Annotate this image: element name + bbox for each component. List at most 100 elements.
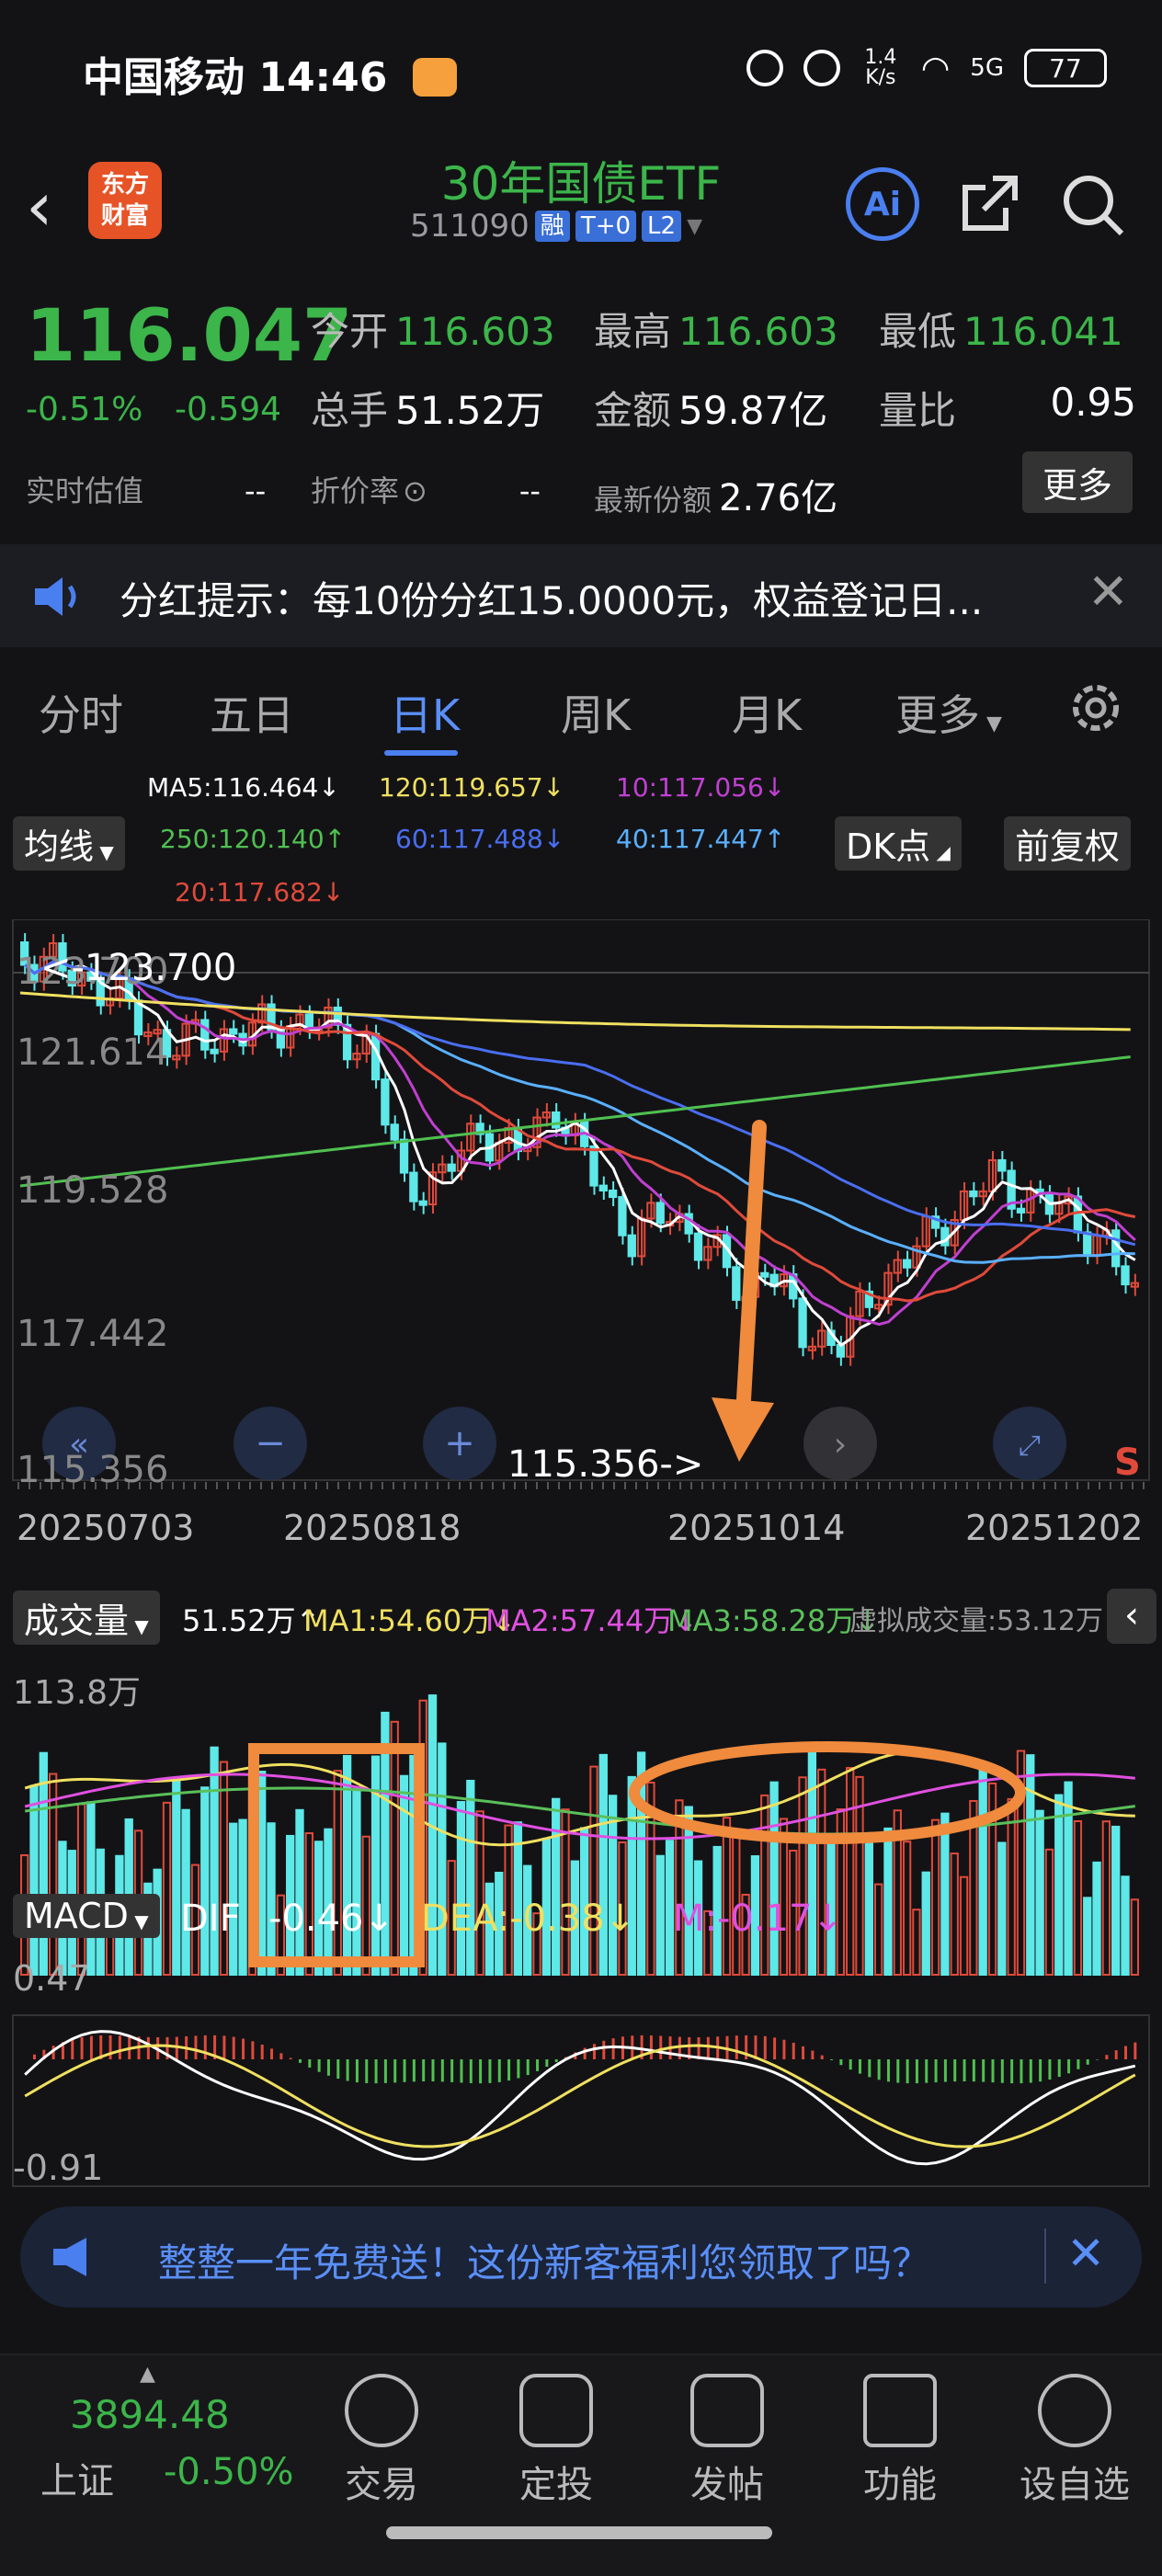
trade-icon [345, 2374, 418, 2447]
promo-banner[interactable]: 整整一年免费送！这份新客福利您领取了吗？ ✕ [20, 2206, 1142, 2308]
virtual-volume: 虚拟成交量:53.12万 [849, 1605, 1103, 1637]
edit-icon [690, 2374, 764, 2447]
candle [693, 1232, 703, 1261]
min-price-label: 115.356-> [507, 1443, 704, 1486]
clock: 14:46 [258, 54, 388, 101]
low-cell: 最低 116.041 [879, 309, 1123, 354]
index-value[interactable]: 3894.48 [70, 2392, 230, 2437]
volume-current: 51.52万↑ [182, 1603, 321, 1638]
kline-chart[interactable]: « − + › ⤢ [0, 919, 1162, 2188]
ma-selector[interactable]: 均线 ▼ [13, 816, 125, 871]
candle [418, 1200, 427, 1206]
tab-monthly-k[interactable]: 月K [732, 682, 802, 743]
plus-icon: + [444, 1422, 475, 1465]
volume-ma3: MA3:58.28万↓ [667, 1603, 881, 1638]
tab-intraday[interactable]: 分时 [39, 682, 123, 743]
carrier-time: 中国移动 14:46 [83, 44, 457, 103]
ma-legend: MA5:116.464↓ 120:119.657↓ 10:117.056↓ 均线… [0, 763, 1162, 929]
volume-selector[interactable]: 成交量 ▼ [13, 1590, 160, 1645]
close-icon[interactable]: ✕ [1088, 563, 1129, 621]
promo-text: 整整一年免费送！这份新客福利您领取了吗？ [158, 2240, 931, 2285]
search-icon[interactable] [1059, 171, 1125, 237]
more-dots-icon [1038, 2374, 1111, 2447]
date-label-4: 20251202 [965, 1508, 1144, 1548]
tag-l2: L2 [642, 211, 682, 242]
sell-mark: S [1114, 1442, 1141, 1484]
tab-daily-k[interactable]: 日K [390, 682, 460, 743]
minus-icon: − [255, 1422, 286, 1465]
dividend-notice[interactable]: 分红提示：每10份分红15.0000元，权益登记日... ✕ [0, 544, 1162, 647]
estimate-cell: 实时估值 -- [26, 473, 267, 508]
tab-weekly-k[interactable]: 周K [561, 682, 631, 743]
active-tab-indicator [384, 750, 458, 756]
ma5-value: MA5:116.464↓ [147, 772, 340, 803]
ma120-value: 120:119.657↓ [379, 772, 565, 803]
expand-icon: ⤢ [1019, 1430, 1041, 1462]
candle [229, 1028, 238, 1035]
annotation-arrowhead [712, 1397, 774, 1462]
adjust-price-button[interactable]: 前复权 [1004, 816, 1132, 871]
candle [1083, 1231, 1092, 1257]
close-icon[interactable]: ✕ [1066, 2227, 1105, 2280]
ai-button[interactable]: Ai [846, 167, 919, 241]
open-cell: 今开 116.603 [311, 309, 555, 354]
candle [1121, 1265, 1130, 1286]
chevron-right-icon: › [834, 1426, 847, 1464]
date-label-1: 20250703 [17, 1508, 195, 1548]
speaker-icon [35, 577, 76, 616]
candle [381, 1078, 390, 1126]
volume-max-label: 113.8万 [13, 1674, 142, 1712]
add-watchlist-button[interactable]: 设自选 [1006, 2374, 1144, 2508]
dropdown-icon[interactable]: ▼ [687, 215, 702, 238]
caret-up-icon: ▲ [140, 2363, 155, 2386]
tag-margin: 融 [534, 211, 570, 242]
trade-button[interactable]: 交易 [313, 2374, 450, 2508]
period-tabs: 分时 五日 日K 周K 月K 更多 ▼ [0, 651, 1162, 761]
dif-label: DIF [180, 1898, 241, 1940]
index-change[interactable]: -0.50% [164, 2451, 294, 2493]
net-speed: 1.4 K/s [864, 46, 897, 89]
tab-five-day[interactable]: 五日 [210, 682, 294, 743]
post-button[interactable]: 发帖 [658, 2374, 796, 2508]
candle [902, 1259, 912, 1269]
candle [608, 1189, 618, 1199]
invest-plan-button[interactable]: 定投 [487, 2374, 625, 2508]
y-label-2: 121.614 [17, 1032, 169, 1074]
grid-icon [863, 2374, 937, 2447]
macd-m-value: M:-0.17↓ [673, 1898, 843, 1940]
dk-point-button[interactable]: DK点 ◢ [835, 816, 962, 871]
change-percent: -0.51% [26, 391, 143, 428]
index-name[interactable]: 上证 [40, 2451, 114, 2504]
y-label-4: 117.442 [17, 1313, 169, 1355]
candle [552, 1111, 561, 1129]
candle [589, 1145, 598, 1187]
tab-more[interactable]: 更多 ▼ [895, 682, 1002, 743]
date-label-2: 20250818 [283, 1508, 461, 1548]
dea-value: DEA:-0.38↓ [421, 1898, 636, 1940]
settings-gear-icon[interactable] [1066, 678, 1125, 737]
status-bar: 中国移动 14:46 1.4 K/s ◠ 5G 77 [0, 0, 1162, 147]
y-label-bottom: 115.356 [17, 1449, 169, 1491]
discount-cell[interactable]: 折价率 ⊙ -- [311, 468, 541, 510]
ma10-value: 10:117.056↓ [616, 772, 786, 803]
functions-button[interactable]: 功能 [831, 2374, 969, 2508]
candle [760, 1271, 769, 1278]
stock-header: ‹ 东方 财富 30年国债ETF 511090 融 T+0 L2 ▼ Ai [0, 147, 1162, 267]
notification-icon [412, 58, 457, 97]
volume-ma1: MA1:54.60万↓ [303, 1603, 517, 1638]
notice-text: 分红提示：每10份分红15.0000元，权益登记日... [120, 578, 984, 623]
battery-icon: 77 [1024, 49, 1107, 87]
max-price-label: <-123.700 [40, 947, 237, 989]
collapse-arrow-icon[interactable]: ‹ [1107, 1589, 1156, 1644]
macd-selector[interactable]: MACD ▼ [13, 1894, 160, 1938]
candle [598, 1184, 608, 1191]
carrier-name: 中国移动 [83, 54, 245, 101]
macd-legend: MACD ▼ DIF -0.46↓ DEA:-0.38↓ M:-0.17↓ [0, 1894, 1162, 1949]
volume-bar [76, 1803, 86, 1976]
share-icon[interactable] [956, 171, 1022, 237]
candle [399, 1138, 409, 1174]
candle [798, 1297, 807, 1349]
annotation-ellipse [629, 1741, 1026, 1844]
candle [655, 1202, 665, 1225]
more-button[interactable]: 更多 [1021, 451, 1133, 513]
